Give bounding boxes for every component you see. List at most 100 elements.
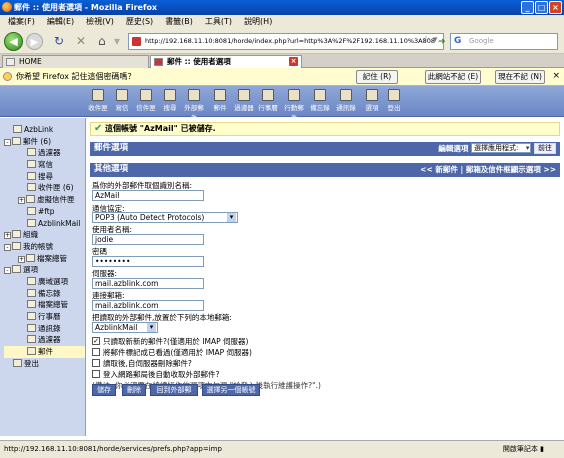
horde-menu-icon bbox=[116, 89, 128, 101]
delete-after-checkbox[interactable] bbox=[92, 359, 100, 367]
mark-seen-checkbox[interactable] bbox=[92, 348, 100, 356]
menu-item[interactable]: 檔案(F) bbox=[8, 15, 35, 29]
horde-menu-item[interactable]: 信件匣 bbox=[135, 89, 157, 112]
server-input[interactable]: mail.azblink.com bbox=[92, 278, 204, 289]
go-button[interactable]: 前往 bbox=[534, 143, 556, 154]
expand-toggle-icon[interactable]: + bbox=[4, 232, 11, 240]
auto-fetch-checkbox[interactable] bbox=[92, 370, 100, 378]
header-links[interactable]: << 新郵件 | 郵箱及信件框顯示選項 >> bbox=[420, 163, 556, 176]
expand-toggle-icon[interactable]: + bbox=[18, 255, 25, 263]
sidebar-item[interactable]: 寫信 bbox=[4, 159, 85, 171]
sidebar-item[interactable]: 過濾器 bbox=[4, 147, 85, 159]
home-icon[interactable]: ⌂ bbox=[98, 35, 106, 47]
sidebar-item[interactable]: AzblinkMail bbox=[4, 218, 85, 230]
not-now-button[interactable]: 現在不記 (N) bbox=[495, 70, 545, 84]
menu-item[interactable]: 檢視(V) bbox=[86, 15, 114, 29]
delete-button[interactable]: 刪除 bbox=[122, 384, 146, 396]
back-to-external-button[interactable]: 回到外部郵件 bbox=[150, 384, 198, 404]
app-select[interactable]: 選擇應用程式: bbox=[471, 143, 532, 153]
go-icon[interactable]: ➜ bbox=[438, 36, 446, 48]
dropdown-icon[interactable]: ▾ bbox=[114, 35, 120, 47]
expand-toggle-icon[interactable]: - bbox=[4, 267, 11, 275]
reload-icon[interactable]: ↻ bbox=[54, 35, 64, 47]
sidebar-item[interactable]: 搜尋 bbox=[4, 171, 85, 183]
sidebar-item[interactable]: 通訊錄 bbox=[4, 323, 85, 335]
horde-menu-icon bbox=[92, 89, 104, 101]
horde-toolbar: 收件匣 寫信 信件匣 搜尋 外部郵件 郵件 過濾器 行事曆 行動郵件 備忘錄 通訊錄 選項 登出 bbox=[0, 86, 564, 122]
horde-menu-item[interactable]: 過濾器 bbox=[233, 89, 255, 112]
expand-toggle-icon[interactable]: + bbox=[18, 197, 25, 205]
sidebar-item-label: 過濾器 bbox=[38, 335, 61, 345]
local-folder-select[interactable]: AzblinkMail ▾ bbox=[92, 322, 158, 333]
tab-mail-options[interactable]: 郵件 :: 使用者選項 × bbox=[150, 55, 302, 68]
sidebar-item[interactable]: 廣域選項 bbox=[4, 276, 85, 288]
sidebar-item[interactable]: - 我的帳號 bbox=[4, 241, 85, 253]
sidebar-item[interactable]: 備忘錄 bbox=[4, 288, 85, 300]
save-button[interactable]: 儲存 bbox=[92, 384, 116, 396]
password-input[interactable]: •••••••• bbox=[92, 256, 204, 267]
sidebar-item[interactable]: #ftp bbox=[4, 206, 85, 218]
url-bar[interactable]: http://192.168.11.10:8081/horde/index.ph… bbox=[128, 33, 444, 50]
tab-home[interactable]: HOME bbox=[2, 55, 149, 68]
horde-menu-item[interactable]: 搜尋 bbox=[159, 89, 181, 112]
horde-menu-item[interactable]: 行事曆 bbox=[257, 89, 279, 112]
tab-close-icon[interactable]: × bbox=[289, 57, 298, 66]
menu-item[interactable]: 編輯(E) bbox=[47, 15, 74, 29]
sidebar-item[interactable]: + 組織 bbox=[4, 229, 85, 241]
back-button[interactable]: ◀ bbox=[4, 32, 23, 51]
sidebar-item[interactable]: 過濾器 bbox=[4, 334, 85, 346]
close-icon[interactable]: × bbox=[549, 1, 562, 14]
horde-menu-item[interactable]: 登出 bbox=[383, 89, 405, 112]
sidebar-item[interactable]: 收件匣 (6) bbox=[4, 182, 85, 194]
horde-menu-item[interactable]: 收件匣 bbox=[87, 89, 109, 112]
sidebar-item[interactable]: AzbLink bbox=[4, 124, 85, 136]
window-title: 郵件 :: 使用者選項 - Mozilla Firefox bbox=[14, 3, 158, 12]
horde-menu-item[interactable]: 備忘錄 bbox=[309, 89, 331, 112]
horde-menu-item[interactable]: 寫信 bbox=[111, 89, 133, 112]
stop-icon[interactable]: ✕ bbox=[76, 35, 86, 47]
menu-item[interactable]: 工具(T) bbox=[205, 15, 232, 29]
menu-item[interactable]: 歷史(S) bbox=[126, 15, 153, 29]
sidebar-item[interactable]: + 虛擬信件匣 bbox=[4, 194, 85, 206]
mark-seen-label: 將郵件標記成已看過(僅適用於 IMAP 伺服器) bbox=[103, 348, 252, 357]
minimize-icon[interactable]: _ bbox=[521, 1, 534, 14]
bookmark-star-icon[interactable]: ☆ ▾ bbox=[422, 35, 437, 45]
menu-item[interactable]: 說明(H) bbox=[244, 15, 272, 29]
status-url: http://192.168.11.10:8081/horde/services… bbox=[4, 445, 222, 453]
search-input[interactable]: G Google bbox=[450, 33, 558, 50]
remember-button[interactable]: 記住 (R) bbox=[356, 70, 398, 84]
horde-menu-item[interactable]: 郵件 bbox=[209, 89, 231, 112]
sidebar-item[interactable]: 郵件 bbox=[4, 346, 85, 358]
sidebar-item-label: 我的帳號 bbox=[23, 241, 53, 251]
sidebar-item[interactable]: 登出 bbox=[4, 358, 85, 370]
expand-toggle-icon[interactable]: - bbox=[4, 138, 11, 146]
sidebar-item[interactable]: + 檔案總管 bbox=[4, 253, 85, 265]
never-for-site-button[interactable]: 此網站不記 (E) bbox=[425, 70, 481, 84]
horde-menu-item[interactable]: 通訊錄 bbox=[335, 89, 357, 112]
maximize-icon[interactable]: □ bbox=[535, 1, 548, 14]
protocol-select[interactable]: POP3 (Auto Detect Protocols) ▾ bbox=[92, 212, 238, 223]
notification-close-icon[interactable]: × bbox=[552, 68, 560, 85]
edit-options-label: 編輯選項 bbox=[438, 144, 469, 153]
expand-toggle-icon[interactable]: - bbox=[4, 243, 11, 251]
choose-account-button[interactable]: 選擇另一個帳號 bbox=[202, 384, 260, 396]
mailbox-input[interactable]: mail.azblink.com bbox=[92, 300, 204, 311]
name-input[interactable]: AzMail bbox=[92, 190, 204, 201]
menu-item[interactable]: 書籤(B) bbox=[165, 15, 193, 29]
page-icon bbox=[6, 58, 15, 66]
sidebar-item-label: 郵件 bbox=[38, 347, 53, 357]
forward-button[interactable]: ▶ bbox=[26, 33, 43, 50]
notebook-status[interactable]: 開啟筆記本 ▮ bbox=[503, 441, 544, 458]
sidebar-item[interactable]: - 郵件 (6) bbox=[4, 136, 85, 148]
horde-menu-label: 行事曆 bbox=[258, 104, 278, 112]
username-input[interactable]: jodie bbox=[92, 234, 204, 245]
sidebar-item[interactable]: 行事曆 bbox=[4, 311, 85, 323]
horde-menu-item[interactable]: 選項 bbox=[361, 89, 383, 112]
local-folder-value: AzblinkMail bbox=[95, 323, 138, 332]
only-new-checkbox[interactable]: ✓ bbox=[92, 337, 100, 345]
tab-strip: HOME 郵件 :: 使用者選項 × bbox=[0, 54, 564, 68]
sidebar-item[interactable]: - 選項 bbox=[4, 264, 85, 276]
success-text: 這個帳號 "AzMail" 已被儲存. bbox=[105, 124, 216, 133]
sidebar-item-label: 虛擬信件匣 bbox=[37, 195, 75, 205]
sidebar-item[interactable]: 檔案總管 bbox=[4, 299, 85, 311]
